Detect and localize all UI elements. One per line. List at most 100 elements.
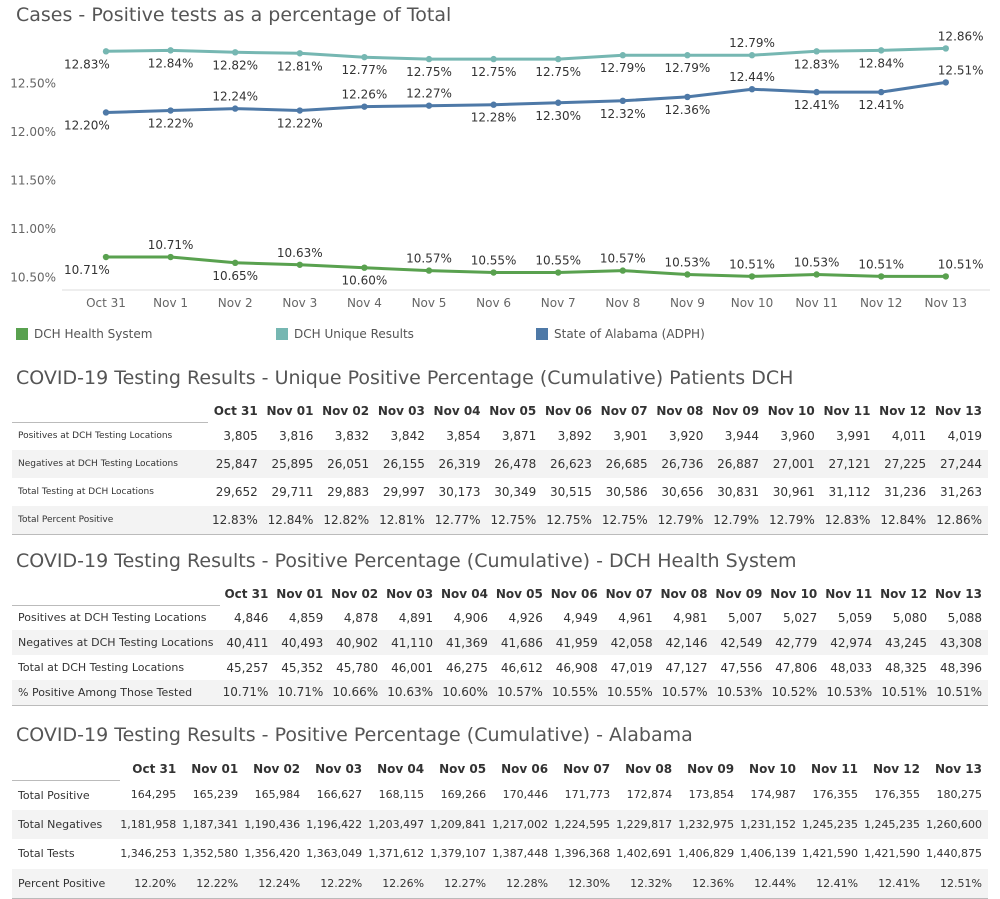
row-label: Total Testing at DCH Locations <box>18 487 154 497</box>
table-cell: 10.71% <box>219 680 275 706</box>
data-label: 12.28% <box>471 111 517 125</box>
column-header: Nov 07 <box>563 762 611 776</box>
table-cell: 3,944 <box>724 429 760 443</box>
table-cell: 29,652 <box>215 485 258 499</box>
table-cell: 4,981 <box>673 610 708 625</box>
data-label: 12.83% <box>64 57 110 71</box>
table-cell: 41,110 <box>384 630 440 655</box>
column-header: Nov 05 <box>439 762 487 776</box>
table-cell: 4,949 <box>563 610 598 625</box>
table-cell: 12.79% <box>653 506 710 535</box>
data-point <box>232 105 239 112</box>
table-cell: 12.22% <box>306 868 369 899</box>
table-cell: 5,027 <box>782 610 818 625</box>
y-tick-label: 10.50% <box>10 270 56 284</box>
table-row: Total Negatives 1,181,958 1,187,341 1,190,4… <box>12 809 988 839</box>
table-cell: 12.41% <box>864 868 927 899</box>
x-tick-label: Nov 7 <box>541 296 576 310</box>
column-header: Nov 13 <box>935 762 982 776</box>
table-cell: 26,155 <box>375 450 431 478</box>
row-label: Positives at DCH Testing Locations <box>18 611 207 625</box>
row-label: Total at DCH Testing Locations <box>18 661 185 674</box>
data-point <box>878 47 885 54</box>
table-cell: 1,187,341 <box>182 809 245 839</box>
table-unique-dch: Oct 31 Nov 01 Nov 02 Nov 03 Nov 04 Nov 05 Nov … <box>12 400 988 535</box>
x-tick-label: Nov 11 <box>795 296 838 310</box>
table-cell: 12.75% <box>597 506 654 535</box>
table-cell: 1,260,600 <box>926 809 988 839</box>
table-cell: 29,883 <box>327 485 370 499</box>
table-cell: 164,295 <box>130 788 177 802</box>
table-cell: 47,556 <box>720 660 763 675</box>
table-cell: 48,325 <box>885 660 928 675</box>
table-cell: 47,019 <box>610 660 653 675</box>
table-cell: 31,112 <box>828 485 871 499</box>
table-cell: 1,421,590 <box>864 847 921 861</box>
column-header: Nov 13 <box>935 404 982 418</box>
legend-item-state-of-alabama[interactable]: State of Alabama (ADPH) <box>536 327 705 341</box>
data-point <box>748 273 756 280</box>
data-label: 12.75% <box>535 65 581 79</box>
data-label: 12.41% <box>794 98 840 112</box>
y-tick-label: 11.00% <box>10 222 56 236</box>
table-cell: 10.71% <box>274 680 330 706</box>
table-cell: 12.84% <box>263 506 320 535</box>
table-cell: 1,346,253 <box>120 847 177 861</box>
legend-item-dch-health-system[interactable]: DCH Health System <box>16 327 152 341</box>
table-cell: 10.53% <box>823 680 879 706</box>
table-cell: 1,406,829 <box>678 847 735 861</box>
data-point <box>684 93 691 101</box>
table-cell: 10.57% <box>658 680 714 706</box>
column-header: Nov 07 <box>605 587 653 601</box>
table-cell: 12.30% <box>554 868 617 899</box>
column-header: Nov 10 <box>767 404 815 418</box>
table-cell: 172,874 <box>626 788 673 802</box>
data-point <box>555 269 562 276</box>
table-cell: 42,146 <box>658 630 714 655</box>
table-cell: 3,901 <box>613 429 648 443</box>
column-header: Nov 12 <box>873 762 921 776</box>
table-cell: 43,308 <box>933 630 988 655</box>
table-cell: 10.51% <box>878 680 934 706</box>
table-cell: 10.55% <box>548 680 604 706</box>
data-point <box>748 52 756 59</box>
data-label: 12.79% <box>600 61 646 75</box>
column-header: Oct 31 <box>213 404 258 418</box>
table-cell: 46,908 <box>555 660 598 675</box>
data-label: 12.41% <box>858 98 904 112</box>
x-tick-label: Nov 4 <box>347 296 382 310</box>
data-point <box>490 55 497 63</box>
table-cell: 46,001 <box>391 660 434 675</box>
data-label: 12.84% <box>148 56 194 70</box>
table-cell: 3,842 <box>390 429 425 443</box>
column-header: Nov 13 <box>935 587 982 601</box>
table-cell: 41,686 <box>493 630 549 655</box>
table-cell: 10.60% <box>439 680 494 706</box>
table-cell: 12.77% <box>430 506 487 535</box>
data-point <box>232 259 239 267</box>
data-label: 12.83% <box>794 57 840 71</box>
table-cell: 1,209,841 <box>430 809 493 839</box>
row-label: % Positive Among Those Tested <box>12 680 220 706</box>
row-label: Total Tests <box>18 847 75 861</box>
header-spacer <box>12 400 209 423</box>
x-tick-label: Nov 8 <box>605 296 640 310</box>
column-header: Nov 03 <box>377 404 425 418</box>
table-cell: 27,121 <box>820 450 877 478</box>
header-spacer <box>12 758 121 781</box>
table-row: Total Positive 164,295 165,239 165,984 166,6… <box>12 780 988 810</box>
legend-item-dch-unique-results[interactable]: DCH Unique Results <box>276 327 414 341</box>
table-cell: 174,987 <box>750 788 797 802</box>
data-label: 12.27% <box>406 87 452 101</box>
column-header: Oct 31 <box>132 762 177 776</box>
table-cell: 1,190,436 <box>244 809 307 839</box>
column-header: Nov 11 <box>823 404 871 418</box>
data-point <box>813 48 820 55</box>
table-cell: 4,019 <box>947 429 982 443</box>
column-header: Oct 31 <box>224 587 269 601</box>
table-cell: 3,816 <box>279 429 314 443</box>
line-chart: 12.50% 12.00% 11.50% 11.00% 10.50% Oct 31 Nov … <box>10 29 990 310</box>
table-cell: 46,275 <box>445 660 488 675</box>
data-label: 12.79% <box>729 36 775 50</box>
table-cell: 1,224,595 <box>554 809 617 839</box>
